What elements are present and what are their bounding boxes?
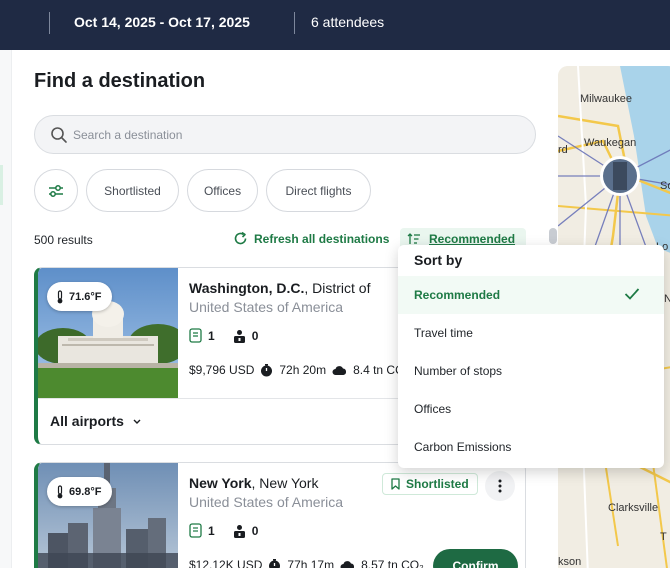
shortlisted-badge[interactable]: Shortlisted [382, 473, 478, 495]
search-box[interactable] [34, 115, 536, 154]
cloud-icon [340, 560, 355, 568]
chip-direct-flights[interactable]: Direct flights [266, 169, 371, 212]
sort-option-offices[interactable]: Offices [398, 390, 664, 428]
sort-option-recommended[interactable]: Recommended [398, 276, 664, 314]
refresh-label: Refresh all destinations [254, 231, 390, 246]
sort-option-number-of-stops[interactable]: Number of stops [398, 352, 664, 390]
sort-option-label: Recommended [414, 288, 501, 302]
sort-option-carbon-emissions[interactable]: Carbon Emissions [398, 428, 664, 466]
check-icon [624, 288, 640, 300]
destination-name[interactable]: Washington, D.C., District of [189, 280, 370, 296]
map-label: Milwaukee [580, 93, 632, 105]
office-badge-icon [189, 523, 202, 538]
destination-metrics: 1 0 [189, 523, 258, 538]
sidebar-active-marker [0, 165, 3, 205]
confirm-button[interactable]: Confirm [433, 549, 518, 568]
thermometer-icon [57, 289, 63, 303]
temperature-badge: 69.8°F [47, 477, 112, 506]
price: $12.12K USD [189, 558, 263, 568]
sort-menu-title: Sort by [414, 252, 463, 268]
travel-duration: 72h 20m [279, 363, 327, 377]
trip-header: Oct 14, 2025 - Oct 17, 2025 6 attendees [0, 0, 670, 50]
sort-icon [407, 233, 420, 244]
destination-metrics: 1 0 [189, 328, 258, 343]
thermometer-icon [57, 484, 63, 498]
airports-label: All airports [50, 413, 124, 429]
travel-duration: 77h 17m [287, 558, 335, 568]
filter-sliders-icon [49, 184, 63, 197]
sort-option-travel-time[interactable]: Travel time [398, 314, 664, 352]
map-label: So [660, 180, 670, 192]
attendee-stops-count: 0 [251, 328, 259, 343]
attendee-stops-count: 0 [251, 523, 259, 538]
search-input[interactable] [73, 125, 513, 145]
map-label: T [660, 531, 667, 543]
office-count: 1 [208, 523, 215, 538]
city-name: New York [189, 475, 252, 491]
left-sidebar-strip [0, 50, 12, 568]
chip-offices[interactable]: Offices [187, 169, 258, 212]
chevron-down-icon [133, 419, 141, 424]
map-label: kson [558, 556, 582, 568]
scrollbar[interactable] [549, 228, 557, 244]
page-title: Find a destination [34, 70, 206, 92]
temperature-value: 69.8°F [69, 485, 102, 498]
sort-current-label: Recommended [429, 232, 516, 246]
destination-stats: $9,796 USD 72h 20m 8.4 tn CO [189, 363, 404, 377]
shortlisted-label: Shortlisted [406, 477, 469, 491]
temperature-value: 71.6°F [69, 290, 102, 303]
refresh-icon [234, 231, 247, 245]
city-name: Washington, D.C. [189, 280, 305, 296]
co2-emissions: 8.4 tn CO [353, 363, 405, 377]
more-options-button[interactable] [485, 471, 515, 501]
destination-card[interactable]: 69.8°F New York, New York United States … [34, 462, 526, 568]
destination-stats: $12.12K USD 77h 17m 8.57 tn CO₂ [189, 558, 424, 568]
destination-country: United States of America [189, 299, 344, 315]
people-icon [233, 524, 245, 538]
more-vertical-icon [498, 479, 502, 493]
region-name: , New York [251, 475, 319, 491]
map-label: rd [558, 144, 568, 156]
header-divider [49, 12, 50, 34]
sort-dropdown-menu: Sort by Recommended Travel time Number o… [398, 245, 664, 468]
refresh-destinations-button[interactable]: Refresh all destinations [233, 231, 389, 246]
office-badge-icon [189, 328, 202, 343]
trip-dates[interactable]: Oct 14, 2025 - Oct 17, 2025 [74, 14, 250, 30]
chip-shortlisted[interactable]: Shortlisted [86, 169, 179, 212]
header-divider [294, 12, 295, 34]
attendees-count[interactable]: 6 attendees [311, 14, 384, 30]
airports-dropdown[interactable]: All airports [50, 413, 142, 429]
destination-country: United States of America [189, 494, 344, 510]
co2-emissions: 8.57 tn CO₂ [361, 558, 424, 568]
cloud-icon [332, 365, 347, 375]
destination-name[interactable]: New York, New York [189, 475, 318, 491]
office-count: 1 [208, 328, 215, 343]
search-icon [51, 127, 67, 143]
filter-button[interactable] [34, 169, 78, 212]
temperature-badge: 71.6°F [47, 282, 112, 311]
clock-icon [261, 363, 273, 376]
map-label: Clarksville [608, 502, 659, 514]
bookmark-icon [391, 478, 400, 490]
map-label: N [664, 293, 670, 305]
map-label: Waukegan [584, 137, 637, 149]
region-name: , District of [304, 280, 371, 296]
price: $9,796 USD [189, 363, 255, 377]
clock-icon [269, 558, 281, 568]
people-icon [233, 329, 245, 343]
results-count: 500 results [34, 233, 93, 247]
